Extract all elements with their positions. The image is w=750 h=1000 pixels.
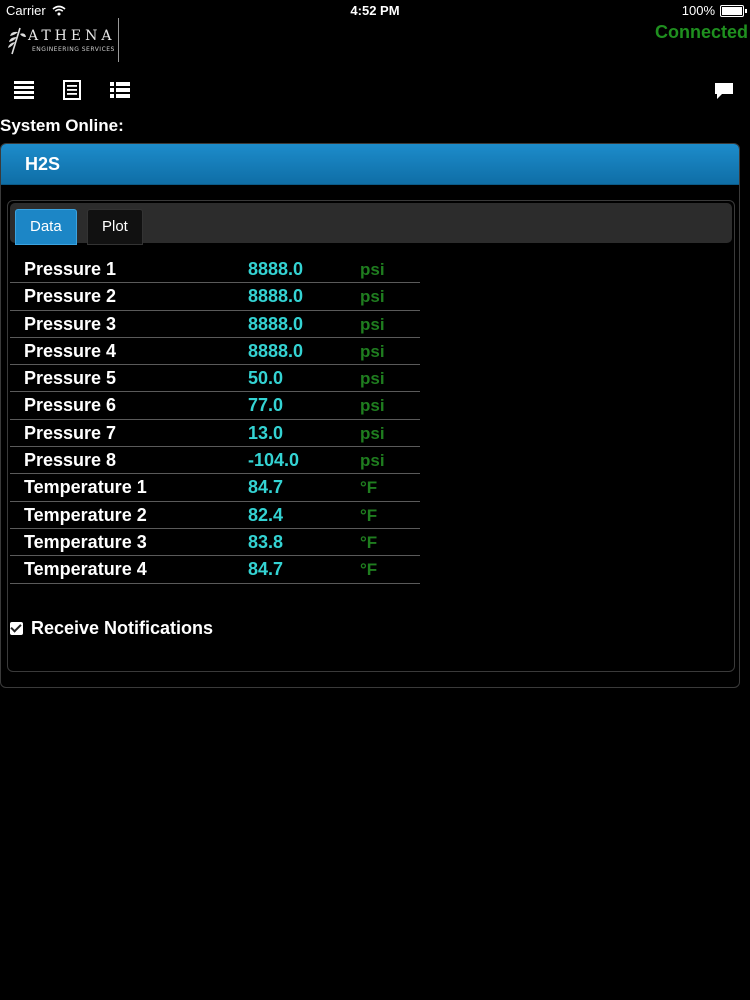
reading-label: Pressure 4: [24, 340, 117, 361]
reading-unit: psi: [360, 260, 385, 279]
reading-value: 8888.0: [248, 313, 304, 334]
chat-bubble-icon[interactable]: [714, 82, 734, 100]
reading-label: Pressure 2: [24, 286, 117, 307]
table-row: Temperature 1 84.7 °F: [10, 474, 420, 502]
table-row: Pressure 1 8888.0 psi: [10, 256, 420, 284]
table-row: Pressure 6 77.0 psi: [10, 392, 420, 420]
reading-label: Temperature 4: [24, 559, 147, 580]
bullet-list-icon[interactable]: [110, 80, 130, 100]
clock: 4:52 PM: [350, 3, 400, 18]
table-row: Pressure 8 -104.0 psi: [10, 447, 420, 475]
reading-unit: psi: [360, 451, 385, 471]
panel-header: H2S: [1, 144, 739, 185]
connection-status: Connected: [654, 22, 748, 42]
table-row: Pressure 5 50.0 psi: [10, 365, 420, 393]
reading-unit: psi: [360, 369, 385, 389]
reading-label: Pressure 6: [24, 395, 117, 416]
reading-value: 84.7: [248, 477, 284, 498]
receive-notifications-toggle[interactable]: Receive Notifications: [10, 618, 213, 639]
reading-value: 84.7: [248, 559, 284, 580]
reading-unit: psi: [360, 287, 385, 307]
system-status-label: System Online:: [0, 116, 124, 135]
menu-lines-icon[interactable]: [14, 80, 34, 100]
table-row: Temperature 4 84.7 °F: [10, 556, 420, 584]
reading-unit: °F: [360, 478, 378, 498]
panel-title: H2S: [25, 154, 61, 174]
reading-label: Pressure 5: [24, 368, 117, 389]
reading-unit: psi: [360, 341, 385, 361]
tab-plot[interactable]: Plot: [87, 209, 143, 245]
reading-label: Pressure 3: [24, 313, 117, 334]
checkbox-checked-icon[interactable]: [10, 622, 23, 635]
reading-value: 83.8: [248, 531, 284, 552]
table-row: Pressure 3 8888.0 psi: [10, 311, 420, 338]
reading-label: Pressure 1: [24, 259, 117, 279]
reading-label: Pressure 7: [24, 422, 117, 443]
logo-divider: [118, 18, 119, 62]
notifications-label: Receive Notifications: [31, 618, 214, 638]
document-list-icon[interactable]: [62, 80, 82, 100]
battery-icon: [720, 4, 747, 17]
laurel-icon: [8, 27, 26, 55]
reading-value: 77.0: [248, 395, 284, 416]
reading-label: Temperature 3: [24, 531, 147, 552]
table-row: Pressure 4 8888.0 psi: [10, 338, 420, 366]
readings-table: Pressure 1 8888.0 psi Pressure 2 8888.0 …: [10, 256, 420, 584]
table-row: Temperature 3 83.8 °F: [10, 529, 420, 557]
reading-value: 8888.0: [248, 286, 304, 307]
battery-percent: 100%: [681, 3, 715, 18]
reading-value: 82.4: [248, 504, 284, 525]
battery-info: 100%: [681, 3, 747, 18]
reading-unit: °F: [360, 532, 378, 552]
table-row: Temperature 2 82.4 °F: [10, 502, 420, 529]
reading-unit: psi: [360, 396, 385, 416]
reading-value: 8888.0: [248, 340, 304, 361]
table-row: Pressure 2 8888.0 psi: [10, 283, 420, 311]
logo-subtitle: ENGINEERING SERVICES: [32, 46, 115, 53]
reading-unit: °F: [360, 505, 378, 525]
tab-data[interactable]: Data: [15, 209, 77, 245]
reading-unit: psi: [360, 423, 385, 443]
reading-unit: psi: [360, 314, 385, 334]
tab-bar: Data Plot: [10, 203, 732, 245]
reading-label: Pressure 8: [24, 450, 117, 471]
reading-label: Temperature 1: [24, 477, 147, 498]
reading-value: 8888.0: [248, 259, 304, 279]
reading-value: -104.0: [248, 450, 300, 471]
reading-unit: °F: [360, 560, 378, 580]
reading-label: Temperature 2: [24, 504, 147, 525]
logo-name: ATHENA: [28, 28, 116, 44]
reading-value: 13.0: [248, 422, 284, 443]
table-row: Pressure 7 13.0 psi: [10, 420, 420, 448]
reading-value: 50.0: [248, 368, 284, 389]
athena-logo: ATHENA ENGINEERING SERVICES: [6, 18, 119, 62]
toolbar: [14, 80, 130, 100]
